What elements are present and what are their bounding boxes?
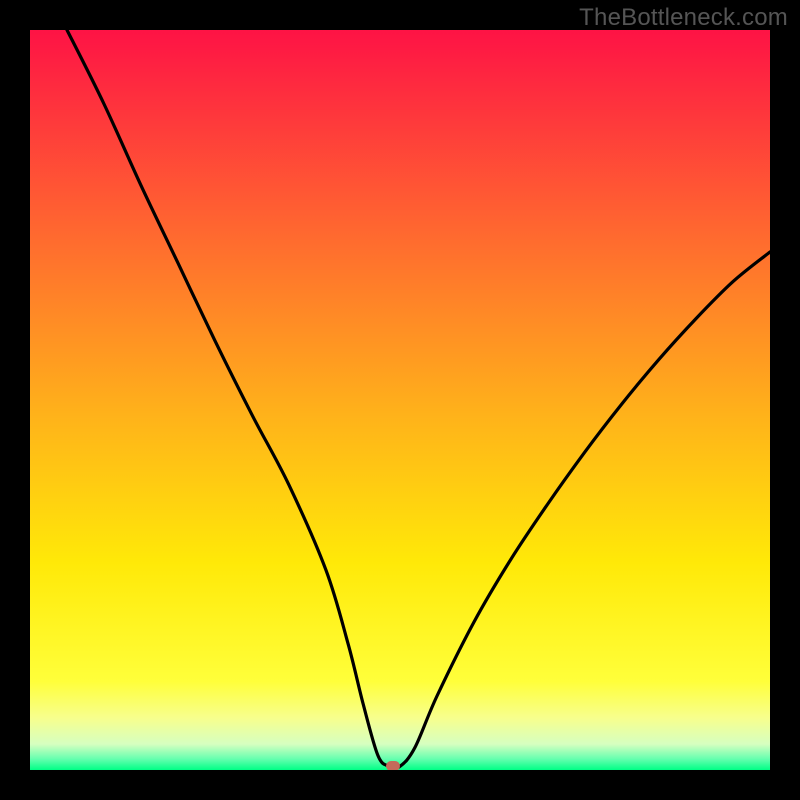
bottleneck-curve xyxy=(30,30,770,770)
minimum-marker xyxy=(386,761,400,770)
chart-frame: TheBottleneck.com xyxy=(0,0,800,800)
plot-area xyxy=(30,30,770,770)
watermark-text: TheBottleneck.com xyxy=(579,4,788,32)
